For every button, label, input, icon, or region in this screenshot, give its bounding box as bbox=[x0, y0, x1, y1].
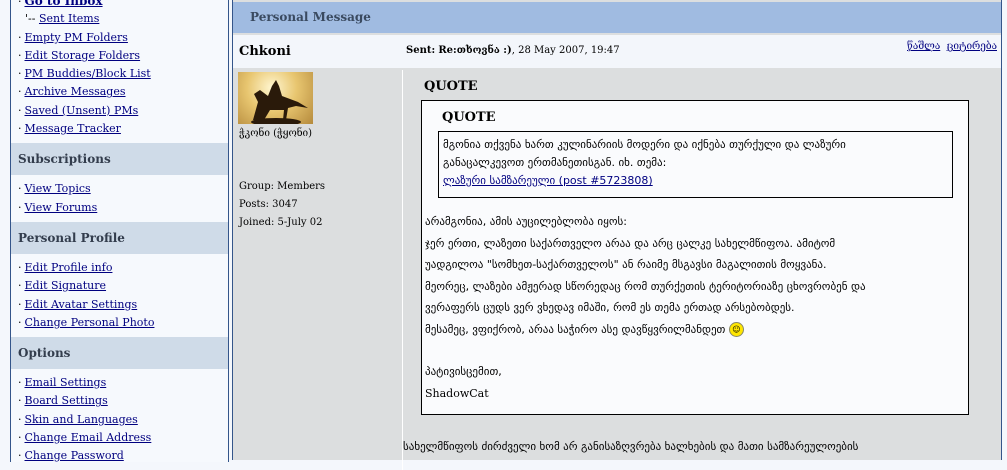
sidebar-link[interactable]: Change Email Address bbox=[25, 431, 152, 444]
regards: პატივისცემით, bbox=[425, 365, 502, 378]
user-posts: Posts: 3047 bbox=[239, 199, 298, 210]
sidebar-link[interactable]: Skin and Languages bbox=[25, 413, 138, 426]
sidebar-link[interactable]: Empty PM Folders bbox=[25, 31, 128, 44]
sidebar-link[interactable]: Saved (Unsent) PMs bbox=[25, 104, 139, 117]
sidebar-item[interactable]: · PM Buddies/Block List bbox=[11, 65, 228, 83]
sidebar-item[interactable]: · View Forums bbox=[11, 199, 228, 217]
sent-items-link[interactable]: Sent Items bbox=[39, 12, 99, 25]
bullet: · bbox=[18, 122, 22, 136]
sidebar-item[interactable]: · Email Settings bbox=[11, 374, 228, 392]
sidebar-item[interactable]: · View Topics bbox=[11, 180, 228, 198]
sidebar-link[interactable]: View Topics bbox=[25, 182, 91, 195]
sidebar-link[interactable]: Edit Storage Folders bbox=[25, 49, 141, 62]
sidebar: · Go to Inbox '-- Sent Items · Empty PM Fo… bbox=[10, 0, 229, 462]
sent-info: Sent: Re:თხოვნა :), 28 May 2007, 19:47 bbox=[406, 45, 620, 56]
body-line: მეორეც, ლაზები ამჟერად სწორედაც რომ თურქ… bbox=[425, 279, 866, 293]
bullet: · bbox=[18, 315, 22, 329]
message-meta-row: Chkoni Sent: Re:თხოვნა :), 28 May 2007, … bbox=[233, 35, 1001, 68]
sidebar-link[interactable]: Edit Profile info bbox=[25, 261, 113, 274]
sidebar-item[interactable]: · Saved (Unsent) PMs bbox=[11, 102, 228, 120]
user-title: ჭკონი (ჭყონი) bbox=[239, 128, 313, 139]
sidebar-item[interactable]: · Empty PM Folders bbox=[11, 29, 228, 47]
bullet: · bbox=[18, 260, 22, 274]
bullet: · bbox=[18, 48, 22, 62]
sidebar-item-sent[interactable]: '-- Sent Items bbox=[11, 10, 228, 28]
body-line: უადგილოა "სომხეთ-საქართველოს" ან რაიმე მ… bbox=[425, 258, 827, 271]
sidebar-item-inbox[interactable]: · Go to Inbox bbox=[11, 0, 228, 10]
bullet: · bbox=[18, 85, 22, 99]
message-date: , 28 May 2007, 19:47 bbox=[511, 45, 620, 56]
sidebar-link[interactable]: PM Buddies/Block List bbox=[25, 67, 151, 80]
sidebar-link[interactable]: Archive Messages bbox=[25, 85, 126, 98]
tree-prefix: '-- bbox=[25, 12, 36, 26]
delete-link[interactable]: წაშლა bbox=[907, 41, 940, 52]
quote-link[interactable]: ციტირება bbox=[947, 41, 997, 52]
sidebar-item[interactable]: · Message Tracker bbox=[11, 120, 228, 138]
message-subject: Re:თხოვნა :) bbox=[438, 45, 512, 56]
bullet: · bbox=[18, 394, 22, 408]
body-line: ვერაფერს ცუდს ვერ ვხედავ იმაში, რომ ეს თ… bbox=[425, 301, 795, 314]
sidebar-item[interactable]: · Edit Storage Folders bbox=[11, 47, 228, 65]
sidebar-link[interactable]: Edit Avatar Settings bbox=[25, 298, 138, 311]
body-line: ჯერ ერთი, ლაზეთი საქართველო არაა და არც … bbox=[425, 236, 836, 250]
sidebar-item[interactable]: · Skin and Languages bbox=[11, 411, 228, 429]
sidebar-item[interactable]: · Change Email Address bbox=[11, 429, 228, 447]
sidebar-link[interactable]: View Forums bbox=[25, 201, 98, 214]
sidebar-item[interactable]: · Board Settings bbox=[11, 392, 228, 410]
sidebar-link[interactable]: Edit Signature bbox=[25, 279, 107, 292]
quote-body: არამგონია, ამის აუცილებლობა იყოს: ჯერ ერ… bbox=[425, 211, 866, 404]
personal-message-panel: Personal Message Chkoni Sent: Re:თხოვნა … bbox=[232, 0, 1002, 470]
body-line: მესამეც, ვფიქრობ, არაა საჭირო ასე დავწყვ… bbox=[425, 322, 726, 336]
bullet: · bbox=[18, 412, 22, 426]
bullet: · bbox=[18, 67, 22, 81]
quote-line: განაცალკევოთ ერთმანეთისგან. იხ. თემა: bbox=[443, 156, 667, 169]
author-info: ჭკონი (ჭყონი) Group: Members Posts: 3047… bbox=[233, 70, 401, 470]
bullet: · bbox=[18, 376, 22, 390]
avatar bbox=[238, 72, 313, 126]
bullet: · bbox=[18, 297, 22, 311]
user-joined: Joined: 5-July 02 bbox=[239, 217, 323, 228]
inner-quote-box: მგონია თქვენა ხართ კულინარიის მოდერი და … bbox=[438, 131, 953, 198]
sidebar-item[interactable]: · Edit Avatar Settings bbox=[11, 296, 228, 314]
section-subscriptions: Subscriptions bbox=[11, 143, 228, 176]
sidebar-link[interactable]: Change Password bbox=[25, 449, 124, 462]
sent-label: Sent: bbox=[406, 45, 436, 56]
panel-header: Personal Message bbox=[233, 2, 1001, 33]
bullet: · bbox=[18, 200, 22, 214]
quote-label: QUOTE bbox=[424, 79, 478, 94]
bullet: · bbox=[18, 103, 22, 117]
inner-quote-label: QUOTE bbox=[442, 110, 496, 125]
sidebar-item[interactable]: · Edit Profile info bbox=[11, 259, 228, 277]
sidebar-link[interactable]: Message Tracker bbox=[25, 122, 121, 135]
sidebar-link[interactable]: Change Personal Photo bbox=[25, 316, 155, 329]
sidebar-link[interactable]: Email Settings bbox=[25, 376, 107, 389]
user-group: Group: Members bbox=[239, 181, 326, 192]
sidebar-link[interactable]: Board Settings bbox=[25, 394, 108, 407]
quote-box: QUOTE მგონია თქვენა ხართ კულინარიის მოდე… bbox=[421, 100, 969, 415]
quoted-post-link[interactable]: ლაზური სამზარეული (post #5723808) bbox=[443, 174, 653, 187]
quote-line: მგონია თქვენა ხართ კულინარიის მოდერი და … bbox=[443, 138, 846, 151]
bullet: · bbox=[18, 279, 22, 293]
section-personal-profile: Personal Profile bbox=[11, 221, 228, 254]
bullet: · bbox=[18, 30, 22, 44]
sidebar-item[interactable]: · Change Personal Photo bbox=[11, 314, 228, 332]
sidebar-item[interactable]: · Archive Messages bbox=[11, 83, 228, 101]
bullet: · bbox=[18, 182, 22, 196]
sidebar-item[interactable]: · Edit Signature bbox=[11, 277, 228, 295]
column-divider bbox=[402, 70, 403, 470]
smiley-icon: ☺ bbox=[728, 322, 744, 337]
section-options: Options bbox=[11, 337, 228, 370]
inbox-link[interactable]: Go to Inbox bbox=[25, 0, 103, 8]
bullet: · bbox=[18, 449, 22, 463]
author-name[interactable]: Chkoni bbox=[239, 44, 291, 59]
body-line: არამგონია, ამის აუცილებლობა იყოს: bbox=[425, 215, 627, 228]
signature: ShadowCat bbox=[425, 386, 489, 400]
sidebar-item[interactable]: · Change Password bbox=[11, 447, 228, 465]
bullet: · bbox=[18, 431, 22, 445]
message-text-continued: სახელმწიფოს ძირძველი ხომ არ განისაზღვრებ… bbox=[403, 440, 859, 453]
